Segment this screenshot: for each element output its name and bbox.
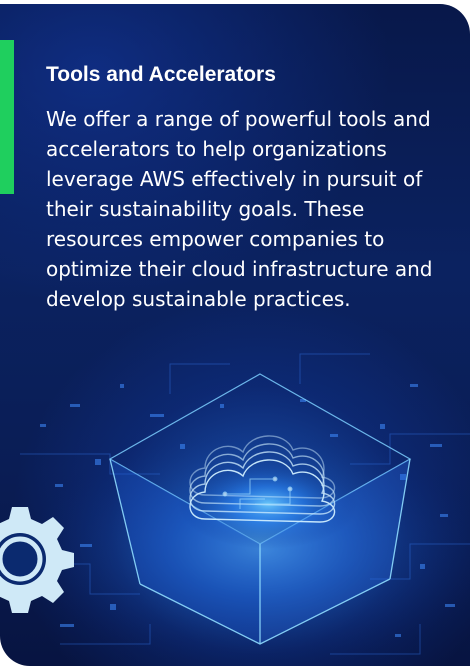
card-title: Tools and Accelerators [46, 63, 276, 86]
page: Tools and Accelerators We offer a range … [0, 0, 474, 666]
card-description: We offer a range of powerful tools and a… [46, 107, 433, 311]
accent-bar [0, 40, 14, 194]
info-card: Tools and Accelerators We offer a range … [0, 4, 470, 666]
